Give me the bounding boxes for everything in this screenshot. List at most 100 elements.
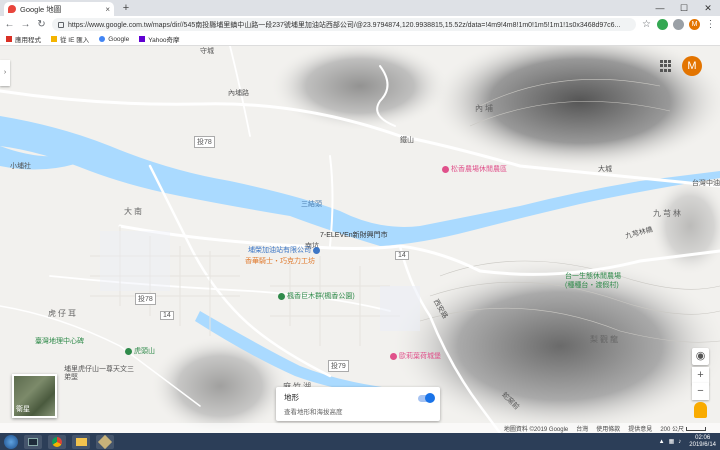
road-shield-14: 14 <box>160 311 174 320</box>
road-shield-78: 投78 <box>194 136 215 148</box>
bookmark-label: 從 IE 匯入 <box>60 37 90 44</box>
tray-flag-icon[interactable]: ▲ <box>659 439 665 445</box>
browser-toolbar: ← → ↻ https://www.google.com.tw/maps/dir… <box>0 16 720 33</box>
app-icon <box>28 437 38 446</box>
zoom-out-button[interactable]: − <box>692 383 709 400</box>
poi-pin-icon <box>442 165 449 173</box>
forward-arrow-icon[interactable]: → <box>20 19 31 30</box>
bookmark-yahoo[interactable]: Yahoo奇摩 <box>139 34 180 44</box>
address-bar[interactable]: https://www.google.com.tw/maps/dir//545南… <box>52 18 636 31</box>
road-shield-14b: 14 <box>395 251 409 260</box>
poi-pin-icon <box>390 352 397 360</box>
gas-pump-icon <box>313 246 320 254</box>
bookmark-ie-import[interactable]: 從 IE 匯入 <box>51 34 89 44</box>
tab-google-maps[interactable]: Google 地圖 × <box>4 2 114 16</box>
terrain-switch[interactable] <box>418 393 435 403</box>
tools-icon <box>97 434 113 449</box>
maximize-button[interactable]: ☐ <box>672 0 696 16</box>
map-label-place: 鐵山 <box>400 137 414 144</box>
folder-icon <box>51 36 57 42</box>
poi-ecofarm-sub[interactable]: (種種台‧渡假村) <box>565 280 619 290</box>
profile-avatar[interactable]: M <box>682 56 702 76</box>
minimize-button[interactable]: — <box>648 0 672 16</box>
poi-maple-park[interactable]: 楓香巨木群(楓香公園) <box>278 291 355 301</box>
taskbar-app-explorer[interactable] <box>72 434 90 449</box>
new-tab-button[interactable]: + <box>120 2 132 14</box>
taskbar-app-tools[interactable] <box>96 434 114 449</box>
map-label-place: 九芎林 <box>653 209 683 218</box>
poi-flower-castle[interactable]: 歐莉葉荷城堡 <box>390 351 441 361</box>
bookmark-label: 應用程式 <box>15 37 41 44</box>
scale-label: 200 公尺 <box>660 426 684 433</box>
terrain-title: 地形 <box>284 393 299 402</box>
terrain-subtitle: 查看地形和海拔高度 <box>284 409 343 416</box>
bookmark-label: Yahoo奇摩 <box>148 37 180 44</box>
tab-title: Google 地圖 <box>20 4 62 14</box>
road-shield-78b: 投78 <box>135 293 156 305</box>
yahoo-icon <box>139 36 146 42</box>
start-button[interactable] <box>4 434 18 449</box>
poi-gas-station[interactable]: 埔榮加油站有限公司 <box>248 245 322 255</box>
taskbar-app-chrome[interactable] <box>48 434 66 449</box>
tree-icon <box>278 292 285 300</box>
side-panel-toggle[interactable]: › <box>0 60 10 86</box>
map-label-river: 三結頭 <box>301 201 322 208</box>
map-canvas[interactable]: 守城 內埔 大南 虎仔耳 九芎林 九芎林橋 大城 台灣中油 鐵山 投78 投78… <box>0 46 720 433</box>
windows-taskbar: ▲ ▦ ♪ 02:06 2019/6/14 <box>0 433 720 450</box>
lock-icon <box>58 21 64 28</box>
mountain-e <box>650 176 720 276</box>
tray-volume-icon[interactable]: ♪ <box>678 439 681 445</box>
bookmark-google[interactable]: Google <box>99 36 129 43</box>
map-label-road: 小埔社 <box>10 163 31 170</box>
poi-temple[interactable]: 埔里虎仔山一尊天文三弟堅 <box>64 366 134 382</box>
feedback-link[interactable]: 提供意見 <box>628 424 652 433</box>
url-text: https://www.google.com.tw/maps/dir//545南… <box>68 21 621 29</box>
map-label-road: 內埔路 <box>228 90 249 97</box>
clock-time: 02:06 <box>695 434 711 441</box>
bookmarks-bar: 應用程式 從 IE 匯入 Google Yahoo奇摩 <box>0 33 720 46</box>
region-link[interactable]: 台灣 <box>576 424 588 433</box>
profile-avatar-small[interactable]: M <box>689 19 700 30</box>
poi-chocolate-workshop[interactable]: 香華騎士‧巧克力工坊 <box>245 256 315 266</box>
apps-grid-icon <box>6 36 12 42</box>
taskbar-app-terminal[interactable] <box>24 434 42 449</box>
extension-icon[interactable] <box>657 19 668 30</box>
terrain-toggle-card[interactable]: 地形 查看地形和海拔高度 <box>276 387 440 421</box>
my-location-button[interactable]: ◉ <box>692 348 709 365</box>
layer-label: 衛星 <box>16 406 30 413</box>
poi-7eleven[interactable]: 7-ELEVEn新財興門市 <box>320 230 388 240</box>
terms-link[interactable]: 使用條款 <box>596 424 620 433</box>
maps-favicon-icon <box>8 5 16 13</box>
map-label-place: 梨觀龍 <box>590 335 620 344</box>
menu-kebab-icon[interactable]: ⋮ <box>705 19 716 30</box>
close-window-button[interactable]: ✕ <box>696 0 720 16</box>
map-label-place: 虎仔耳 <box>48 309 78 318</box>
reload-icon[interactable]: ↻ <box>36 19 47 30</box>
street-view-pegman-icon[interactable] <box>694 402 707 418</box>
back-arrow-icon[interactable]: ← <box>4 19 15 30</box>
satellite-layer-toggle[interactable]: 衛星 <box>12 374 57 418</box>
poi-songbo-farm[interactable]: 松香農場休閒農區 <box>442 164 507 174</box>
bookmark-apps[interactable]: 應用程式 <box>6 34 41 44</box>
browser-titlebar: Google 地圖 × + — ☐ ✕ <box>0 0 720 16</box>
folder-icon <box>75 437 87 446</box>
road-shield-79: 投79 <box>328 360 349 372</box>
taskbar-clock[interactable]: 02:06 2019/6/14 <box>689 435 716 449</box>
map-label-place: 大南 <box>124 207 144 216</box>
clock-date: 2019/6/14 <box>689 441 716 448</box>
google-apps-icon[interactable] <box>660 60 672 72</box>
tray-network-icon[interactable]: ▦ <box>669 438 675 445</box>
scale-bar[interactable]: 200 公尺 <box>660 424 706 433</box>
extension-2-icon[interactable] <box>673 19 684 30</box>
chrome-icon <box>52 436 62 447</box>
poi-geo-center[interactable]: 臺灣地理中心碑 <box>35 336 84 346</box>
map-label-place: 守城 <box>200 48 214 55</box>
map-label-place: 內埔 <box>475 104 495 113</box>
tab-close-icon[interactable]: × <box>105 5 110 14</box>
zoom-in-button[interactable]: + <box>692 367 709 384</box>
bookmark-star-icon[interactable]: ☆ <box>641 19 652 30</box>
poi-tiger-mountain[interactable]: 虎頭山 <box>125 346 155 356</box>
bookmark-label: Google <box>108 35 130 43</box>
mountain-n <box>270 46 450 131</box>
map-attribution: 地圖資料 ©2019 Google <box>503 426 569 433</box>
